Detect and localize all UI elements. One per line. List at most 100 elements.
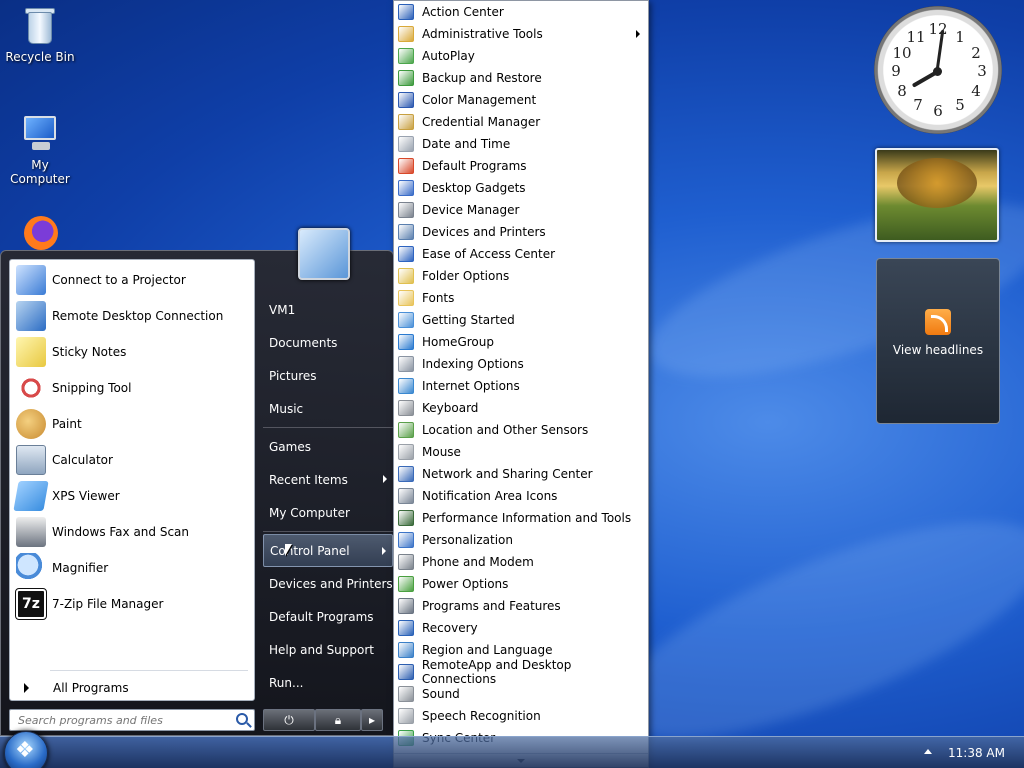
control-panel-item[interactable]: Color Management [394, 89, 648, 111]
control-panel-item[interactable]: Backup and Restore [394, 67, 648, 89]
place-default-programs[interactable]: Default Programs [263, 600, 393, 633]
program-connect-to-projector[interactable]: Connect to a Projector [10, 262, 254, 298]
place-devices-and-printers[interactable]: Devices and Printers [263, 567, 393, 600]
control-panel-item-label: Desktop Gadgets [422, 181, 526, 195]
control-panel-item[interactable]: Speech Recognition [394, 705, 648, 727]
control-panel-item[interactable]: Sound [394, 683, 648, 705]
control-panel-item-icon [398, 554, 414, 570]
program-sticky-notes[interactable]: Sticky Notes [10, 334, 254, 370]
program-7zip[interactable]: 7z 7-Zip File Manager [10, 586, 254, 622]
shutdown-button[interactable]: ⏻ [263, 709, 315, 731]
lock-button[interactable]: 🔒︎ [315, 709, 361, 731]
place-label: Music [269, 401, 304, 416]
control-panel-item[interactable]: Credential Manager [394, 111, 648, 133]
control-panel-item-label: Default Programs [422, 159, 527, 173]
control-panel-item[interactable]: Power Options [394, 573, 648, 595]
place-recent-items[interactable]: Recent Items [263, 463, 393, 496]
all-programs-label: All Programs [53, 681, 129, 695]
control-panel-item[interactable]: Location and Other Sensors [394, 419, 648, 441]
control-panel-item[interactable]: Phone and Modem [394, 551, 648, 573]
place-label: Help and Support [269, 642, 374, 657]
control-panel-item-label: Region and Language [422, 643, 553, 657]
control-panel-item[interactable]: Administrative Tools [394, 23, 648, 45]
place-label: My Computer [269, 505, 350, 520]
place-pictures[interactable]: Pictures [263, 359, 393, 392]
program-calculator[interactable]: Calculator [10, 442, 254, 478]
control-panel-item[interactable]: Desktop Gadgets [394, 177, 648, 199]
control-panel-item-icon [398, 466, 414, 482]
start-orb-button[interactable] [4, 731, 48, 768]
control-panel-item[interactable]: Ease of Access Center [394, 243, 648, 265]
clock-number: 5 [955, 96, 965, 114]
control-panel-item[interactable]: Personalization [394, 529, 648, 551]
recycle-bin-icon [20, 6, 60, 46]
control-panel-item[interactable]: Folder Options [394, 265, 648, 287]
place-my-computer[interactable]: My Computer [263, 496, 393, 529]
program-fax-and-scan[interactable]: Windows Fax and Scan [10, 514, 254, 550]
control-panel-item[interactable]: RemoteApp and Desktop Connections [394, 658, 648, 686]
place-games[interactable]: Games [263, 430, 393, 463]
control-panel-item[interactable]: Date and Time [394, 133, 648, 155]
taskbar-clock[interactable]: 11:38 AM [948, 746, 1005, 760]
program-remote-desktop[interactable]: Remote Desktop Connection [10, 298, 254, 334]
control-panel-item[interactable]: Action Center [394, 1, 648, 23]
arrow-right-icon [24, 683, 29, 693]
control-panel-item-label: Getting Started [422, 313, 515, 327]
control-panel-item[interactable]: Recovery [394, 617, 648, 639]
control-panel-item-label: Sound [422, 687, 460, 701]
show-hidden-icons-arrow[interactable] [924, 749, 932, 754]
control-panel-item-icon [398, 422, 414, 438]
place-vm1[interactable]: VM1 [263, 293, 393, 326]
all-programs-button[interactable]: All Programs [20, 678, 246, 698]
control-panel-item[interactable]: Device Manager [394, 199, 648, 221]
clock-gadget[interactable]: 12 1 2 3 4 5 6 7 8 9 10 11 [874, 6, 1002, 134]
control-panel-item[interactable]: Default Programs [394, 155, 648, 177]
place-documents[interactable]: Documents [263, 326, 393, 359]
magnifier-icon [16, 553, 46, 583]
control-panel-item[interactable]: Notification Area Icons [394, 485, 648, 507]
place-label: VM1 [269, 302, 296, 317]
slideshow-gadget[interactable] [875, 148, 999, 242]
control-panel-item-icon [398, 4, 414, 20]
control-panel-item[interactable]: Indexing Options [394, 353, 648, 375]
search-box[interactable] [9, 709, 255, 731]
search-icon[interactable] [236, 713, 248, 725]
control-panel-item[interactable]: Fonts [394, 287, 648, 309]
program-magnifier[interactable]: Magnifier [10, 550, 254, 586]
desktop-icon-my-computer[interactable]: My Computer [0, 114, 80, 186]
feed-headlines-gadget[interactable]: View headlines [876, 258, 1000, 424]
desktop-icon-recycle-bin[interactable]: Recycle Bin [0, 6, 80, 64]
control-panel-item-label: Performance Information and Tools [422, 511, 632, 525]
control-panel-item-label: Location and Other Sensors [422, 423, 589, 437]
control-panel-item[interactable]: AutoPlay [394, 45, 648, 67]
place-help-and-support[interactable]: Help and Support [263, 633, 393, 666]
search-input[interactable] [10, 710, 220, 730]
control-panel-item[interactable]: Keyboard [394, 397, 648, 419]
control-panel-item-icon [398, 312, 414, 328]
control-panel-item[interactable]: Programs and Features [394, 595, 648, 617]
control-panel-item[interactable]: Getting Started [394, 309, 648, 331]
control-panel-item-label: Color Management [422, 93, 537, 107]
control-panel-item[interactable]: Internet Options [394, 375, 648, 397]
program-paint[interactable]: Paint [10, 406, 254, 442]
program-label: 7-Zip File Manager [52, 597, 164, 611]
control-panel-item[interactable]: Performance Information and Tools [394, 507, 648, 529]
place-control-panel[interactable]: Control Panel [263, 534, 393, 567]
control-panel-item-label: Date and Time [422, 137, 511, 151]
control-panel-item[interactable]: Network and Sharing Center [394, 463, 648, 485]
control-panel-item[interactable]: Mouse [394, 441, 648, 463]
control-panel-item-icon [398, 246, 414, 262]
power-options-arrow[interactable]: ▸ [361, 709, 383, 731]
user-account-picture[interactable] [298, 228, 350, 280]
program-xps-viewer[interactable]: XPS Viewer [10, 478, 254, 514]
control-panel-item[interactable]: Devices and Printers [394, 221, 648, 243]
clock-number: 9 [891, 62, 901, 80]
control-panel-item-label: Notification Area Icons [422, 489, 558, 503]
control-panel-item[interactable]: HomeGroup [394, 331, 648, 353]
control-panel-item-icon [398, 114, 414, 130]
place-run[interactable]: Run... [263, 666, 393, 699]
program-snipping-tool[interactable]: Snipping Tool [10, 370, 254, 406]
place-label: Devices and Printers [269, 576, 393, 591]
place-music[interactable]: Music [263, 392, 393, 425]
projector-icon [16, 265, 46, 295]
